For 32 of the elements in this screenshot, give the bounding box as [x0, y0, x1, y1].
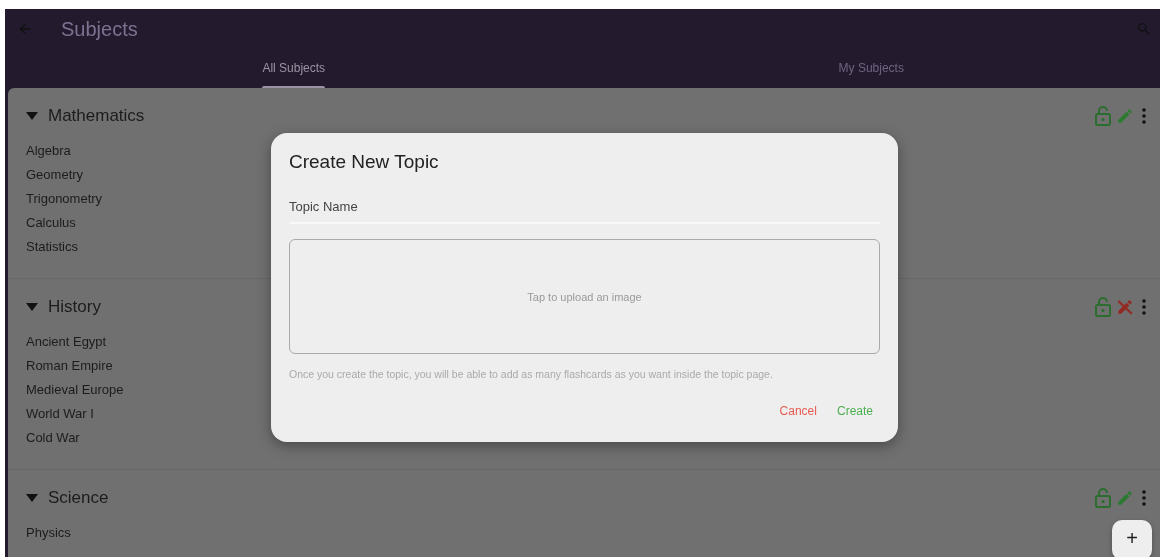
topic-item[interactable]: Algebra — [26, 139, 71, 163]
subject-title: Science — [48, 488, 109, 508]
screen-title: Subjects — [61, 17, 139, 41]
dialog-title: Create New Topic — [289, 151, 440, 173]
confirm-button[interactable]: Create — [829, 400, 880, 422]
topic-item[interactable]: Statistics — [26, 235, 78, 259]
back-icon[interactable] — [17, 21, 33, 37]
subject-title: Mathematics — [48, 106, 145, 126]
collapse-caret-icon[interactable] — [26, 112, 38, 120]
topic-item[interactable]: Geometry — [26, 163, 84, 187]
topic-name-field[interactable]: Topic Name — [289, 193, 880, 224]
unlocked-lock-icon[interactable] — [1094, 297, 1112, 317]
tab[interactable]: All Subjects — [5, 49, 583, 88]
cancel-button[interactable]: Cancel — [772, 400, 824, 422]
dialog-note: Once you create the topic, you will be able to add as many flashcards as you want inside the topic page. — [289, 368, 774, 380]
image-upload-area[interactable]: Tap to upload an image — [289, 239, 880, 354]
collapse-caret-icon[interactable] — [26, 494, 38, 502]
unlocked-lock-icon[interactable] — [1094, 106, 1112, 126]
topic-item[interactable]: Trigonometry — [26, 187, 103, 211]
collapse-caret-icon[interactable] — [26, 303, 38, 311]
add-button[interactable]: + — [1112, 520, 1152, 557]
topic-item[interactable]: Ancient Egypt — [26, 330, 107, 354]
unlocked-lock-icon[interactable] — [1094, 488, 1112, 508]
topic-item[interactable]: Medieval Europe — [26, 378, 124, 402]
tab[interactable]: My Subjects — [582, 49, 1160, 88]
topic-item[interactable]: Roman Empire — [26, 354, 113, 378]
topic-item[interactable]: Physics — [26, 521, 71, 545]
subject-title: History — [48, 297, 101, 317]
topic-item[interactable]: Cold War — [26, 426, 80, 450]
edit-off-icon[interactable] — [1116, 298, 1134, 316]
topic-item[interactable]: Calculus — [26, 211, 76, 235]
search-icon[interactable] — [1136, 21, 1152, 37]
